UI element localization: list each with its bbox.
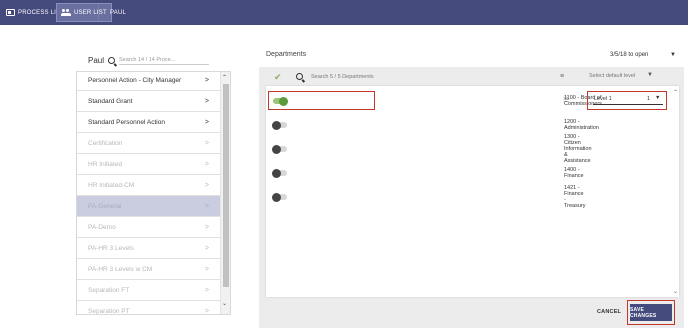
department-label: 1300 - Citizen Information & Assistance	[564, 134, 592, 164]
process-item-label: Separation FT	[88, 286, 130, 294]
level-select-label[interactable]: Level 1	[594, 96, 612, 102]
user-list-tab[interactable]: USER LIST	[56, 3, 112, 22]
process-list-item[interactable]: Certification >	[77, 133, 221, 154]
department-label: 1400 - Finance	[564, 167, 584, 179]
process-list-item[interactable]: Personnel Action - City Manager >	[77, 72, 221, 91]
process-search-bar: Paul Search 14 / 14 Proce...	[88, 56, 210, 65]
user-name-heading: Paul	[88, 56, 105, 65]
scroll-up-icon[interactable]: ⌃	[222, 74, 227, 81]
card-scroll-up-icon[interactable]: ⌃	[673, 89, 678, 96]
level-select-underline	[593, 104, 663, 105]
chevron-right-icon: >	[204, 139, 209, 147]
process-item-label: Personnel Action - City Manager	[88, 76, 182, 84]
chevron-right-icon: >	[204, 181, 209, 189]
process-search-input[interactable]: Search 14 / 14 Proce...	[119, 57, 210, 65]
process-item-label: HR Initiated-CM	[88, 181, 135, 189]
top-navbar: PROCESS LIST USER LIST PAUL	[0, 0, 688, 25]
chevron-right-icon: >	[204, 244, 209, 252]
process-list-item[interactable]: PA-HR 3 Levels w CM >	[77, 259, 221, 280]
process-item-label: PA-HR 3 Levels	[88, 244, 134, 252]
department-row: 1200 - Administration	[266, 116, 599, 134]
default-level-caret-icon[interactable]: ▼	[647, 72, 653, 78]
department-label: 1200 - Administration	[564, 119, 599, 131]
users-icon	[61, 9, 71, 16]
process-item-label: PA-Demo	[88, 223, 116, 231]
departments-title: Departments	[266, 51, 307, 58]
card-scroll-down-icon[interactable]: ⌄	[673, 288, 678, 295]
chevron-right-icon: >	[204, 202, 209, 210]
department-label: 1421 - Finance - Treasury	[564, 185, 586, 209]
process-list-item[interactable]: Standard Grant >	[77, 91, 221, 112]
process-item-label: Standard Grant	[88, 97, 133, 105]
chevron-right-icon: >	[204, 265, 209, 273]
department-row: 1400 - Finance	[266, 164, 584, 182]
process-list-item[interactable]: HR Initiated >	[77, 154, 221, 175]
process-list-scrollbar[interactable]: ⌃ ⌄	[220, 72, 230, 314]
department-search-icon[interactable]	[296, 73, 303, 80]
sort-icon[interactable]: ≡	[560, 73, 564, 80]
save-changes-button[interactable]: SAVE CHANGES	[630, 304, 672, 321]
search-icon[interactable]	[108, 57, 116, 64]
process-item-label: PA-HR 3 Levels w CM	[88, 265, 153, 273]
process-item-label: Separation PT	[88, 307, 130, 315]
process-list-item[interactable]: HR Initiated-CM >	[77, 175, 221, 196]
nav-divider	[98, 4, 99, 21]
process-list-item[interactable]: Separation PT >	[77, 301, 221, 315]
process-list-item[interactable]: Separation FT >	[77, 280, 221, 301]
current-user-tab[interactable]: PAUL	[110, 3, 126, 22]
process-list-item[interactable]: PA-HR 3 Levels >	[77, 238, 221, 259]
scrollbar-thumb[interactable]	[223, 84, 229, 287]
process-list-icon	[6, 9, 15, 16]
date-select-caret-icon[interactable]: ▼	[670, 52, 676, 58]
chevron-right-icon: >	[204, 76, 209, 84]
chevron-right-icon: >	[204, 160, 209, 168]
process-list-item[interactable]: Standard Personnel Action >	[77, 112, 221, 133]
current-user-label: PAUL	[110, 9, 127, 16]
date-select[interactable]: 3/5/18 to open	[610, 52, 648, 58]
level-select-caret-icon[interactable]: ▼	[655, 95, 660, 101]
process-item-label: PA-General	[88, 202, 122, 210]
list-icon[interactable]: ☰	[563, 96, 569, 104]
department-row: 1300 - Citizen Information & Assistance	[266, 134, 592, 164]
chevron-right-icon: >	[204, 286, 209, 294]
department-row: 1421 - Finance - Treasury	[266, 185, 586, 209]
process-item-label: HR Initiated	[88, 160, 122, 168]
user-list-label: USER LIST	[74, 9, 107, 16]
chevron-right-icon: >	[204, 97, 209, 105]
chevron-right-icon: >	[204, 118, 209, 126]
process-list-item[interactable]: PA-Demo >	[77, 217, 221, 238]
process-list: Personnel Action - City Manager > Standard…	[76, 71, 231, 315]
highlight-board-of-commissioners	[268, 91, 375, 110]
chevron-right-icon: >	[204, 307, 209, 315]
default-level-select[interactable]: Select default level	[589, 73, 635, 79]
process-item-label: Certification	[88, 139, 123, 147]
select-all-check-icon[interactable]: ✔	[274, 72, 282, 83]
process-list-item[interactable]: PA-General >	[77, 196, 221, 217]
process-item-label: Standard Personnel Action	[88, 118, 165, 126]
cancel-button[interactable]: CANCEL	[597, 309, 621, 315]
level-select-value[interactable]: 1	[647, 96, 650, 102]
chevron-right-icon: >	[204, 223, 209, 231]
scroll-down-icon[interactable]: ⌄	[222, 300, 227, 307]
department-search-input[interactable]: Search 5 / 5 Departments	[311, 74, 374, 80]
